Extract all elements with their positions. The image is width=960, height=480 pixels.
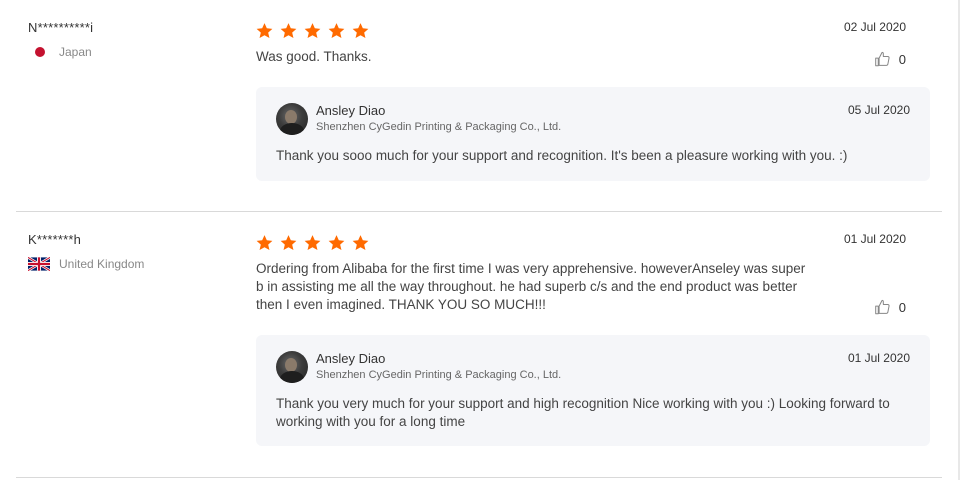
avatar	[276, 351, 308, 383]
japan-flag-icon	[35, 47, 45, 57]
reply-company: Shenzhen CyGedin Printing & Packaging Co…	[316, 369, 562, 381]
seller-reply: Ansley Diao Shenzhen CyGedin Printing & …	[256, 87, 930, 181]
thumbs-up-icon[interactable]	[874, 298, 891, 316]
star-icon	[280, 235, 297, 251]
like-button[interactable]: 0	[874, 298, 906, 316]
star-rating	[255, 234, 375, 252]
review-date: 02 Jul 2020	[843, 20, 906, 34]
star-icon	[328, 23, 345, 39]
country-label: United Kingdom	[59, 257, 145, 271]
reply-text: Thank you sooo much for your support and…	[276, 148, 848, 163]
star-icon	[352, 235, 369, 251]
reply-date: 05 Jul 2020	[847, 103, 910, 117]
buyer-country: Japan	[28, 45, 92, 59]
star-icon	[352, 23, 369, 39]
reply-date: 01 Jul 2020	[847, 351, 910, 365]
uk-flag-icon	[28, 257, 50, 271]
reply-company: Shenzhen CyGedin Printing & Packaging Co…	[316, 121, 562, 133]
buyer-country: United Kingdom	[28, 257, 144, 271]
review-text: Was good. Thanks.	[256, 49, 372, 64]
review-date: 01 Jul 2020	[843, 232, 906, 246]
star-icon	[328, 235, 345, 251]
divider	[16, 477, 942, 478]
star-icon	[256, 235, 273, 251]
seller-reply: Ansley Diao Shenzhen CyGedin Printing & …	[256, 335, 930, 446]
like-button[interactable]: 0	[874, 50, 906, 68]
reply-author: Ansley Diao	[316, 103, 386, 118]
country-label: Japan	[59, 45, 92, 59]
like-count: 0	[898, 299, 906, 315]
star-icon	[280, 23, 297, 39]
like-count: 0	[898, 51, 906, 67]
review-item: N**********i Japan 02 Jul 2020 Was good.…	[16, 0, 942, 212]
star-rating	[255, 22, 375, 40]
buyer-name: K*******h	[28, 232, 82, 247]
buyer-name: N**********i	[28, 20, 94, 35]
star-icon	[304, 23, 321, 39]
thumbs-up-icon[interactable]	[874, 50, 891, 68]
star-icon	[256, 23, 273, 39]
review-item: K*******h United Kingdom 01 Jul 2020 Ord…	[16, 212, 942, 478]
avatar	[276, 103, 308, 135]
review-text: Ordering from Alibaba for the first time…	[256, 261, 806, 312]
star-icon	[304, 235, 321, 251]
reply-author: Ansley Diao	[316, 351, 386, 366]
reply-text: Thank you very much for your support and…	[276, 396, 890, 429]
